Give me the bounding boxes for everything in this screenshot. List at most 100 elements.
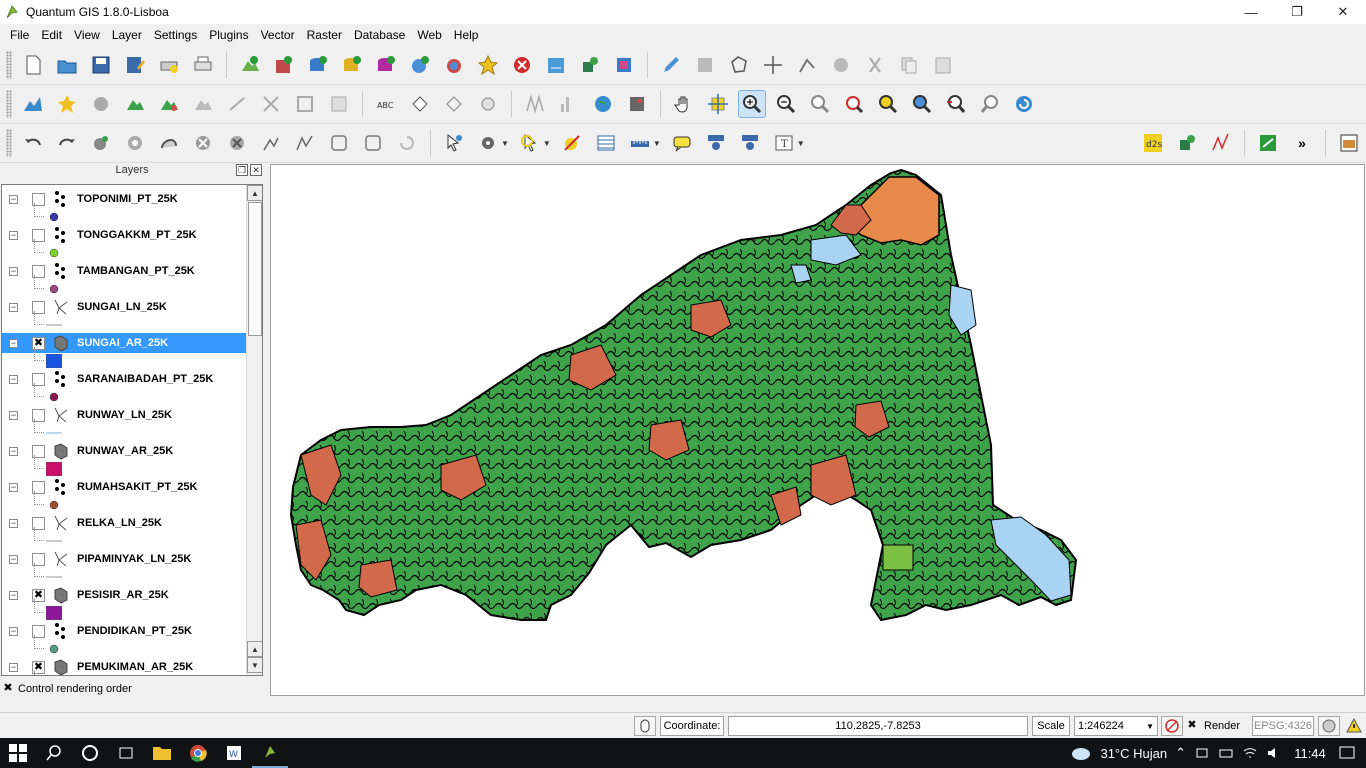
cut-features-button[interactable] (861, 51, 889, 79)
move-label-button[interactable] (406, 90, 434, 118)
add-delimited-text-button[interactable] (542, 51, 570, 79)
expand-toggle[interactable]: − (9, 518, 18, 528)
run-action-button[interactable] (474, 129, 502, 157)
weather-text[interactable]: 31°C Hujan (1100, 746, 1167, 761)
clock-time[interactable]: 11:44 (1290, 746, 1330, 761)
close-panel-button[interactable]: ✕ (250, 164, 262, 176)
onedrive-icon[interactable] (1194, 745, 1210, 761)
deselect-features-button[interactable] (558, 129, 586, 157)
expand-toggle[interactable]: − (9, 302, 18, 312)
redo-button[interactable] (53, 129, 81, 157)
field-polygon[interactable] (882, 544, 914, 571)
add-mssql-layer-button[interactable] (372, 51, 400, 79)
delete-part-button[interactable] (223, 129, 251, 157)
save-project-button[interactable] (87, 51, 115, 79)
histogram-button[interactable] (555, 90, 583, 118)
settlement-polygon[interactable] (358, 559, 398, 598)
add-oracle-layer-button[interactable] (576, 51, 604, 79)
layer-row[interactable]: − PENDIDIKAN_PT_25K (2, 621, 246, 657)
add-wcs-layer-button[interactable] (440, 51, 468, 79)
projection-button[interactable] (1318, 716, 1340, 736)
node-tool-button[interactable] (793, 51, 821, 79)
undo-button[interactable] (19, 129, 47, 157)
notification-icon[interactable] (1338, 745, 1356, 761)
task-view-button[interactable] (108, 738, 144, 768)
split-features-button[interactable] (325, 129, 353, 157)
select-features-button[interactable] (516, 129, 544, 157)
menu-vector[interactable]: Vector (255, 28, 301, 42)
vector-tool-3-button[interactable] (189, 90, 217, 118)
close-button[interactable]: ✕ (1320, 0, 1366, 24)
expand-toggle[interactable]: − (9, 194, 18, 204)
expand-toggle[interactable]: − (9, 626, 18, 636)
raster-calc-button[interactable] (623, 90, 651, 118)
d2s-plugin-button[interactable]: d2s (1139, 129, 1167, 157)
move-feature-button[interactable] (759, 51, 787, 79)
render-toggle[interactable]: ✖ Render (1186, 716, 1248, 736)
layer-row[interactable]: − ✖ SUNGAI_AR_25K (2, 333, 246, 369)
menu-layer[interactable]: Layer (106, 28, 148, 42)
toggle-editing-button[interactable] (657, 51, 685, 79)
layer-row[interactable]: − RUNWAY_LN_25K (2, 405, 246, 441)
chrome-button[interactable] (180, 738, 216, 768)
expand-toggle[interactable]: − (9, 338, 18, 348)
render-checkbox[interactable]: ✖ (1186, 720, 1198, 732)
chevron-down-icon[interactable]: ▼ (501, 139, 509, 148)
refresh-button[interactable] (1010, 90, 1038, 118)
region-polygon[interactable] (289, 168, 1078, 622)
offset-curve-button[interactable] (291, 129, 319, 157)
show-bookmarks-button[interactable] (736, 129, 764, 157)
layer-row[interactable]: − TONGGAKKM_PT_25K (2, 225, 246, 261)
messages-warning[interactable] (1344, 716, 1364, 736)
delete-selected-button[interactable] (827, 51, 855, 79)
vector-tool-1-button[interactable] (121, 90, 149, 118)
expand-toggle[interactable]: − (9, 266, 18, 276)
expand-toggle[interactable]: − (9, 410, 18, 420)
zoom-out-button[interactable] (772, 90, 800, 118)
layer-row[interactable]: − TOPONIMI_PT_25K (2, 189, 246, 225)
map-canvas[interactable] (270, 164, 1365, 696)
menu-settings[interactable]: Settings (148, 28, 203, 42)
menu-database[interactable]: Database (348, 28, 411, 42)
wifi-icon[interactable] (1242, 745, 1258, 761)
menu-raster[interactable]: Raster (301, 28, 348, 42)
scroll-up-arrow-bottom[interactable]: ▲ (247, 641, 262, 657)
plugin-image-button[interactable] (1335, 129, 1363, 157)
zoom-to-selection-button[interactable] (874, 90, 902, 118)
add-spatialite-layer-button[interactable] (338, 51, 366, 79)
vector-tool-2-button[interactable] (155, 90, 183, 118)
search-button[interactable] (36, 738, 72, 768)
zoom-in-button[interactable] (738, 90, 766, 118)
vector-tool-7-button[interactable] (325, 90, 353, 118)
expand-toggle[interactable]: − (9, 374, 18, 384)
menu-view[interactable]: View (68, 28, 106, 42)
new-print-composer-button[interactable] (155, 51, 183, 79)
scale-combobox[interactable]: 1:246224 ▼ (1074, 716, 1158, 736)
word-button[interactable]: W (216, 738, 252, 768)
map-tips-button[interactable] (668, 129, 696, 157)
label-tool-button[interactable]: ABC (372, 90, 400, 118)
new-layer-star-button[interactable] (53, 90, 81, 118)
add-wms-layer-button[interactable] (406, 51, 434, 79)
add-ring-button[interactable] (121, 129, 149, 157)
georeferencer-button[interactable] (521, 90, 549, 118)
toolbar-grip[interactable] (6, 90, 12, 118)
copy-features-button[interactable] (895, 51, 923, 79)
menu-edit[interactable]: Edit (35, 28, 68, 42)
maximize-button[interactable]: ❐ (1274, 0, 1320, 24)
pan-to-selection-button[interactable] (704, 90, 732, 118)
attribute-table-button[interactable] (592, 129, 620, 157)
vector-tool-5-button[interactable] (257, 90, 285, 118)
menu-help[interactable]: Help (448, 28, 485, 42)
text-annotation-button[interactable]: T (770, 129, 798, 157)
expand-toggle[interactable]: − (9, 590, 18, 600)
minimize-button[interactable]: — (1228, 0, 1274, 24)
plugin-graph-button[interactable] (1207, 129, 1235, 157)
measure-line-button[interactable] (626, 129, 654, 157)
digitize-button[interactable] (19, 90, 47, 118)
add-part-button[interactable] (155, 129, 183, 157)
menu-file[interactable]: File (4, 28, 35, 42)
expand-toggle[interactable]: − (9, 230, 18, 240)
layer-row[interactable]: − RUMAHSAKIT_PT_25K (2, 477, 246, 513)
add-feature-button[interactable] (725, 51, 753, 79)
